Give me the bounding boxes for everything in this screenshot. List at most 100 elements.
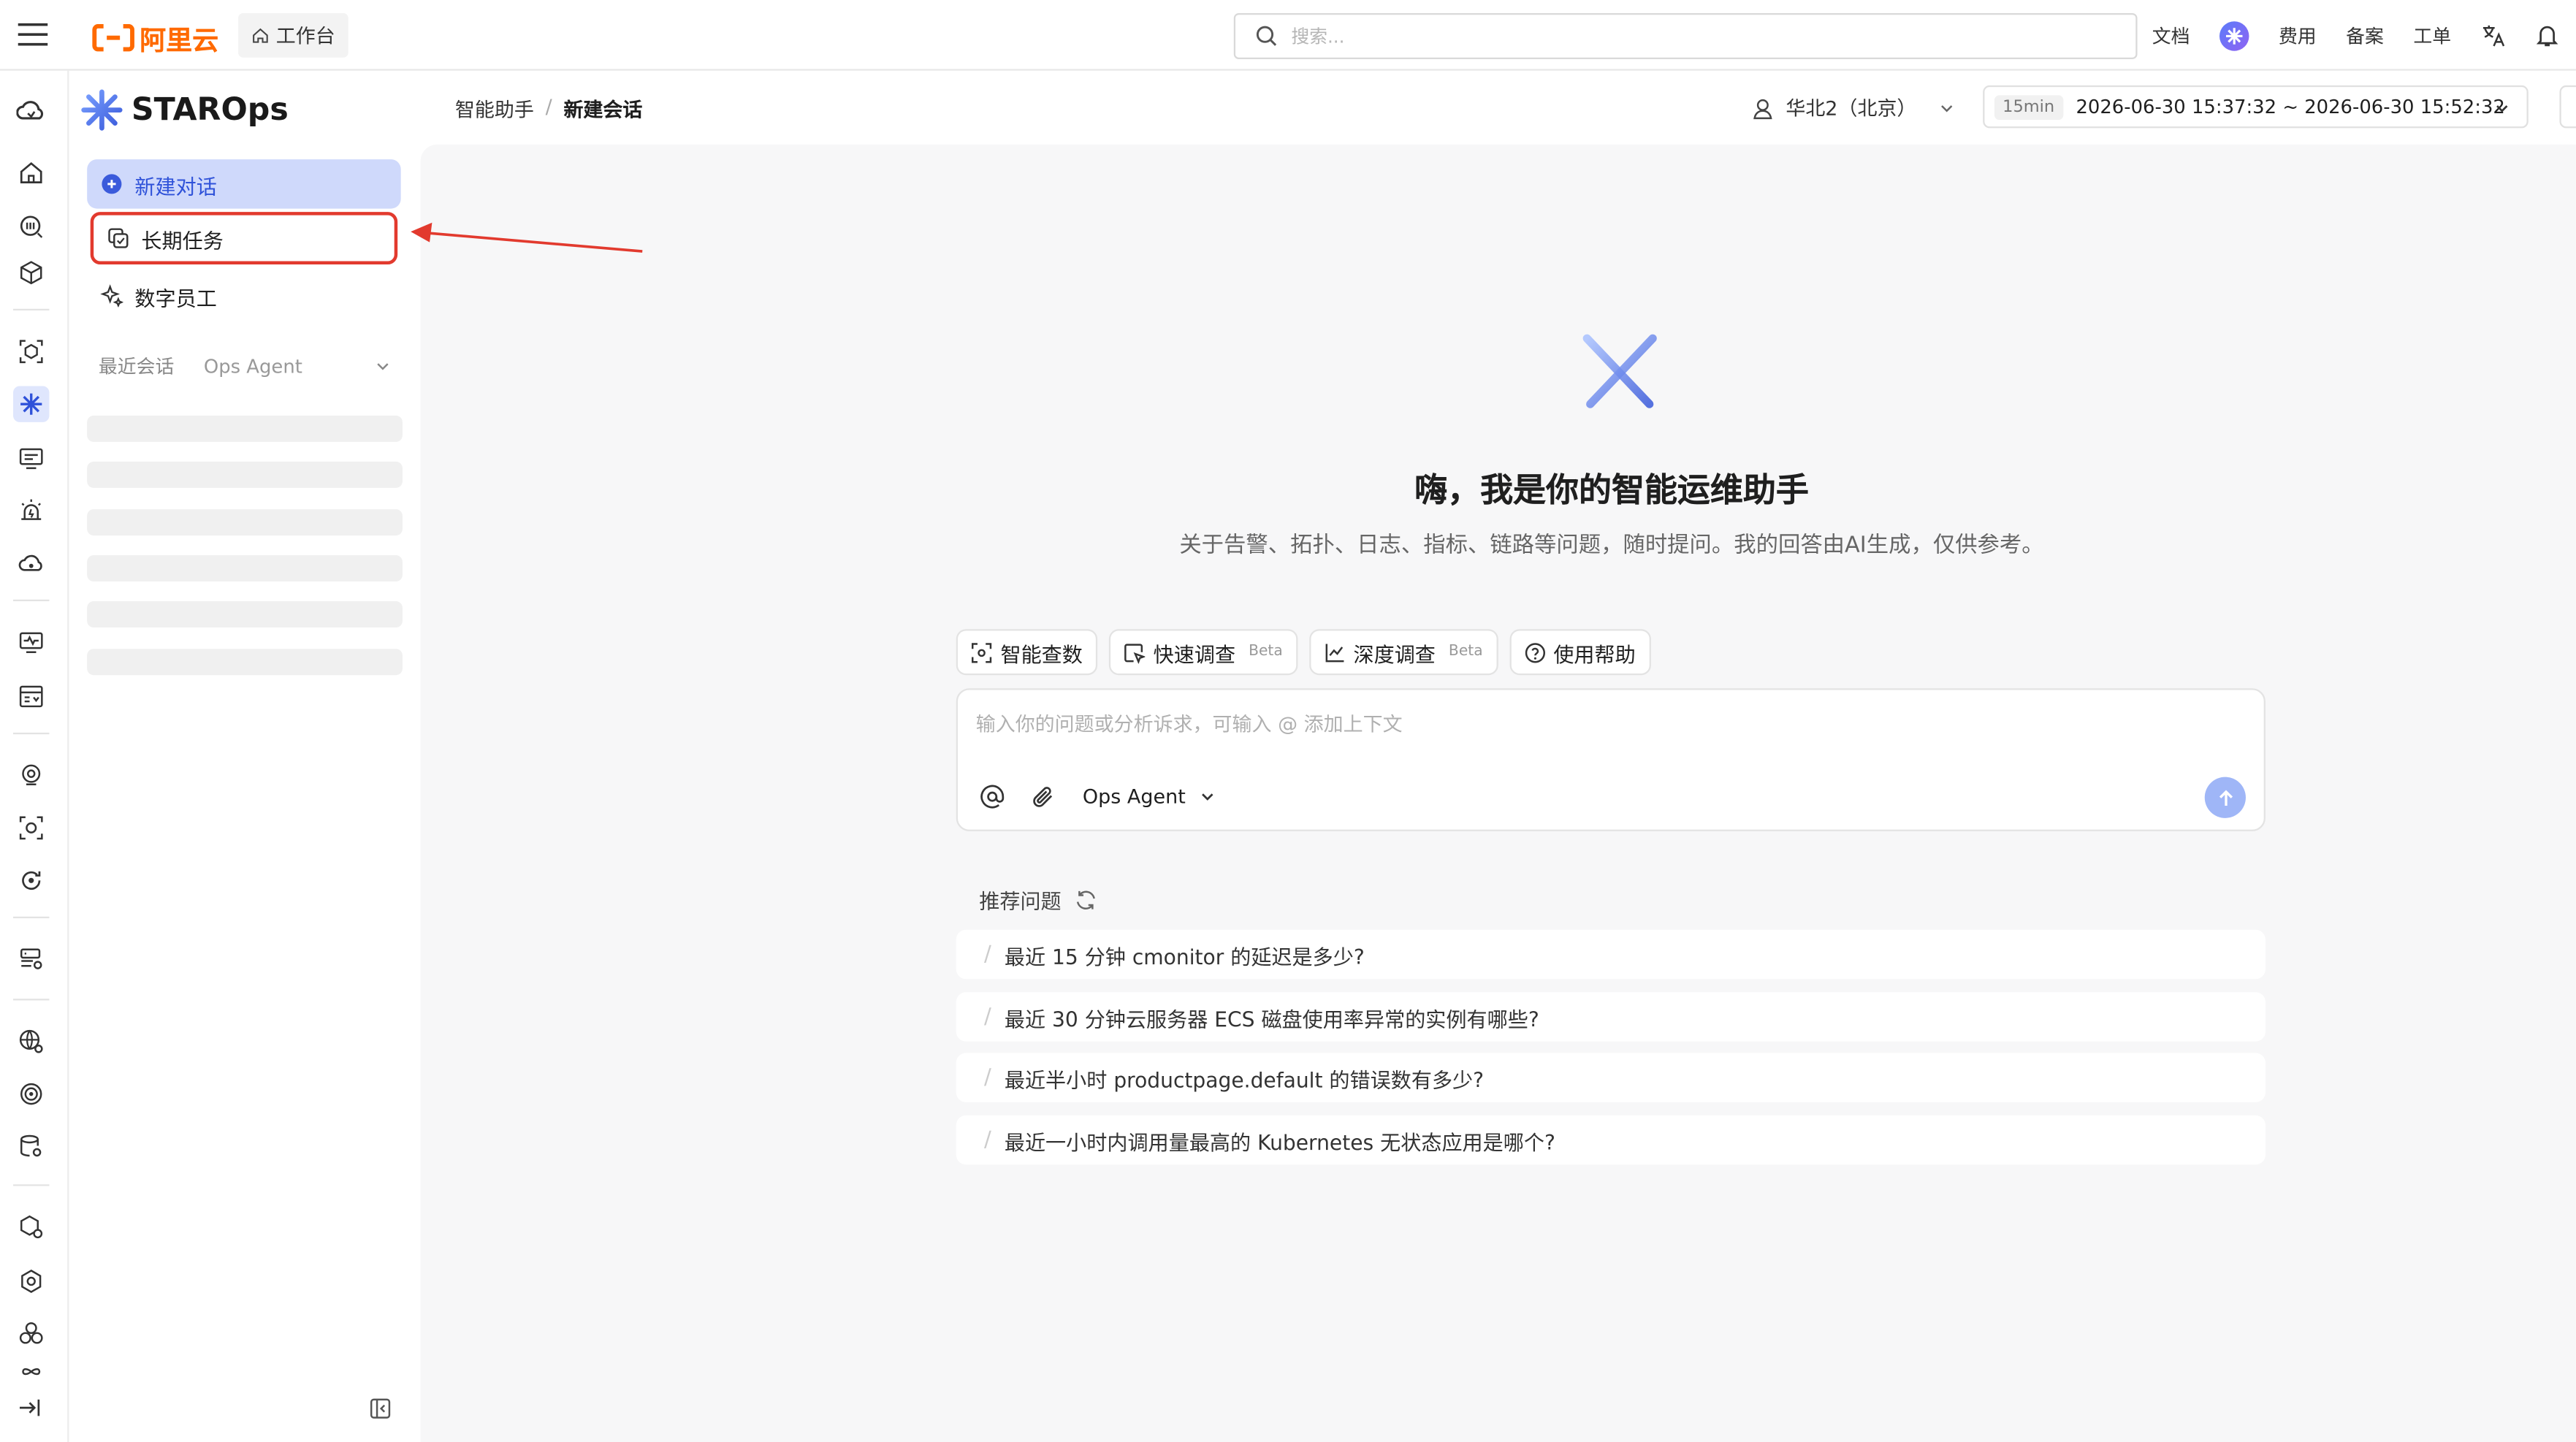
search-input[interactable] [1291,25,2080,47]
recent-sessions-header: 最近会话 Ops Agent [99,353,391,379]
scan-target-icon[interactable] [13,810,49,846]
time-range-tag: 15min [1994,94,2063,120]
time-range-value: 2026-06-30 15:37:32 ~ 2026-06-30 15:52:3… [2076,95,2505,118]
loading-skeleton [87,509,403,536]
nodes-icon[interactable] [13,1316,49,1351]
page-header: 智能助手 / 新建会话 华北2（北京） 15min 2026-06-30 15:… [420,70,2576,145]
scan-cube-icon[interactable] [13,333,49,369]
agent-select-label: Ops Agent [1082,785,1186,809]
server-search-icon[interactable] [13,942,49,977]
ticket-link[interactable]: 工单 [2413,22,2451,48]
radar-icon[interactable] [13,1076,49,1112]
cycle-icon[interactable] [13,863,49,899]
search-data-icon[interactable] [13,209,49,245]
database-search-icon[interactable] [13,1129,49,1164]
chat-input[interactable] [975,709,2225,746]
breadcrumb-item[interactable]: 智能助手 [455,95,534,123]
recent-filter-select[interactable]: Ops Agent [204,355,302,378]
beta-badge: Beta [1448,644,1483,660]
rail-divider [12,916,50,919]
hexagon-gear-icon[interactable] [13,1263,49,1299]
cube-icon[interactable] [13,255,49,291]
translate-icon[interactable] [2481,23,2506,47]
brand-text: STAROps [131,91,289,129]
bell-icon[interactable] [2535,23,2560,47]
suggested-question[interactable]: / 最近 30 分钟云服务器 ECS 磁盘使用率异常的实例有哪些? [956,992,2266,1042]
starops-icon[interactable] [12,386,50,422]
refresh-icon[interactable] [1075,888,1097,910]
report-icon[interactable] [13,679,49,714]
menu-icon[interactable] [16,20,49,49]
rail-divider [12,732,50,735]
agent-select[interactable]: Ops Agent [1083,785,1215,808]
chip-smart-query[interactable]: 智能查数 [956,629,1098,676]
time-range-picker[interactable]: 15min 2026-06-30 15:37:32 ~ 2026-06-30 1… [1983,85,2529,129]
suggested-question[interactable]: / 最近 15 分钟 cmonitor 的延迟是多少? [956,929,2266,980]
chat-input-box: Ops Agent [956,688,2266,831]
billing-link[interactable]: 费用 [2279,22,2317,48]
send-button[interactable] [2204,777,2246,818]
cluster-gear-icon[interactable] [13,1209,49,1245]
cursor-window-icon [1124,643,1146,663]
collapse-sidebar-icon[interactable] [370,1398,391,1419]
mode-chips: 智能查数 快速调查 Beta 深度调查 Beta 使用帮助 [956,629,1651,676]
top-nav: 文档 费用 备案 工单 [2152,0,2560,71]
chip-quick-investigate[interactable]: 快速调查 Beta [1108,629,1298,676]
recent-label: 最近会话 [98,354,175,378]
workbench-button[interactable]: 工作台 [238,12,348,58]
cloud-monitor-icon[interactable] [13,94,49,129]
question-bullet: / [983,1065,991,1091]
logo-text: 阿里云 [140,24,219,56]
welcome-subtitle: 关于告警、拓扑、日志、指标、链路等问题，随时提问。我的回答由AI生成，仅供参考。 [1179,532,2044,559]
alarm-icon[interactable] [13,493,49,529]
extra-control-edge[interactable] [2559,85,2576,129]
question-bullet: / [983,1127,991,1153]
loading-skeleton [87,555,403,582]
recommend-header: 推荐问题 [979,884,1097,915]
chart-search-icon [1325,643,1344,662]
docs-link[interactable]: 文档 [2152,22,2190,48]
question-text: 最近一小时内调用量最高的 Kubernetes 无状态应用是哪个? [1004,1129,1555,1154]
rail-divider [12,1184,50,1186]
question-text: 最近 15 分钟 cmonitor 的延迟是多少? [1004,943,1365,969]
infinity-icon[interactable] [13,1362,49,1381]
monitor-pulse-icon[interactable] [13,625,49,660]
nav-long-term-tasks[interactable]: 长期任务 [90,212,398,265]
chip-label: 智能查数 [1000,641,1083,666]
home-icon [253,28,268,43]
suggested-question[interactable]: / 最近一小时内调用量最高的 Kubernetes 无状态应用是哪个? [956,1115,2266,1165]
chip-help[interactable]: 使用帮助 [1509,629,1651,676]
sparkle-icon [100,284,123,308]
chip-deep-investigate[interactable]: 深度调查 Beta [1308,629,1498,676]
loading-skeleton [87,461,403,488]
icp-link[interactable]: 备案 [2346,22,2384,48]
question-text: 最近半小时 productpage.default 的错误数有多少? [1004,1067,1485,1092]
nav-long-term-tasks-label: 长期任务 [141,227,224,253]
chevron-down-icon[interactable] [375,358,391,374]
cloud-check-icon[interactable] [13,546,49,581]
scan-query-icon [971,642,992,663]
suggested-question[interactable]: / 最近半小时 productpage.default 的错误数有多少? [956,1053,2266,1102]
trace-icon[interactable] [13,758,49,793]
globe-gear-icon[interactable] [13,1023,49,1059]
starops-brand[interactable]: STAROps [80,88,289,131]
search-box[interactable] [1233,12,2138,59]
expand-rail-icon[interactable] [16,1395,42,1421]
rail-divider [12,308,50,311]
dashboard-icon[interactable] [13,440,49,476]
region-selector[interactable]: 华北2（北京） [1751,94,1954,121]
starops-logo-icon [81,89,123,131]
attachment-icon[interactable] [1030,784,1056,810]
nav-new-chat[interactable]: 新建对话 [87,159,401,209]
nav-new-chat-label: 新建对话 [134,173,217,198]
nav-digital-employee-label: 数字员工 [134,285,217,310]
help-circle-icon [1524,642,1545,663]
home-icon[interactable] [13,154,49,190]
sidebar: STAROps 新建对话 长期任务 数字员工 最近会话 Ops Agent [69,70,421,1442]
nav-digital-employee[interactable]: 数字员工 [87,271,401,320]
ai-assistant-icon[interactable] [2219,20,2249,50]
at-mention-icon[interactable] [979,784,1005,810]
aliyun-logo[interactable]: 阿里云 [92,18,218,58]
question-bullet: / [983,1004,991,1029]
rail-divider [12,599,50,602]
